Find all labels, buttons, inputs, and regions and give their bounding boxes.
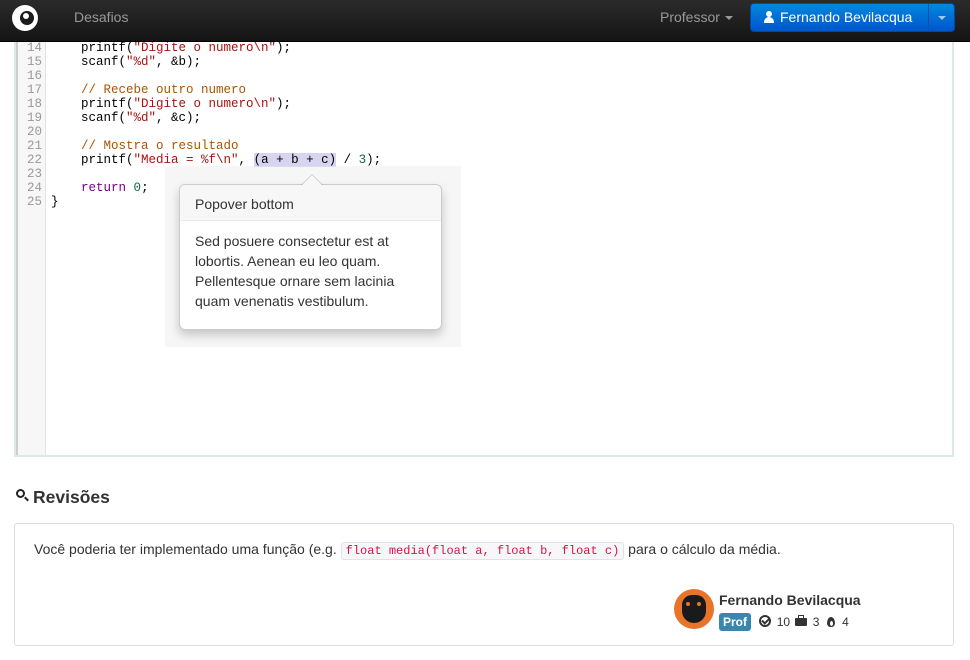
popover-arrow [301,174,323,185]
user-button-main[interactable]: Fernando Bevilacqua [751,4,929,31]
code-text[interactable]: printf("Digite o numero\n"); [51,97,291,111]
role-badge: Prof [719,613,751,631]
code-line[interactable]: 14 printf("Digite o numero\n"); [16,42,952,55]
line-number: 16 [26,69,42,83]
fire-icon [825,615,837,627]
line-number: 20 [26,125,42,139]
user-icon [763,11,775,23]
revision-text: Você poderia ter implementado uma função… [34,541,781,560]
code-text[interactable]: scanf("%d", &b); [51,55,201,69]
revision-code: float media(float a, float b, float c) [340,542,625,560]
code-line[interactable]: 19 scanf("%d", &c); [16,111,952,125]
code-line[interactable]: 25} [16,195,952,209]
line-number: 25 [26,195,42,209]
popover: Popover bottom Sed posuere consectetur e… [179,174,442,330]
line-number: 15 [26,55,42,69]
ok-circle-icon [759,615,772,627]
line-number: 22 [26,153,42,167]
line-number: 21 [26,139,42,153]
author-stats: Prof 10 3 4 [719,613,849,631]
code-line[interactable]: 16 [16,69,952,83]
solved-count: 10 [776,615,791,629]
code-line[interactable]: 22 printf("Media = %f\n", (a + b + c) / … [16,153,952,167]
code-text[interactable]: } [51,195,59,209]
revision-card: Você poderia ter implementado uma função… [14,523,954,646]
chevron-down-icon [724,16,733,21]
avatar[interactable] [674,589,714,629]
code-editor[interactable]: 14 printf("Digite o numero\n"); 15 scanf(… [14,42,954,457]
user-menu-toggle[interactable] [930,4,954,31]
user-name-label: Fernando Bevilacqua [780,9,913,25]
code-line[interactable]: 17 // Recebe outro numero [16,83,952,97]
popover-content: Sed posuere consectetur est at lobortis.… [195,233,395,309]
line-number: 18 [26,97,42,111]
logo-icon[interactable] [12,5,38,31]
briefcase-icon [795,615,808,627]
streak-count: 4 [842,615,849,629]
code-text[interactable]: // Mostra o resultado [51,139,239,153]
code-text[interactable]: return 0; [51,181,149,195]
revisions-heading: Revisões [16,487,110,508]
code-line[interactable]: 21 // Mostra o resultado [16,139,952,153]
revision-author: Fernando Bevilacqua Prof 10 3 4 [674,589,944,633]
popover-title: Popover bottom [180,185,441,221]
line-number: 14 [26,42,42,55]
revision-text-after: para o cálculo da média. [624,541,781,557]
chevron-down-icon [938,16,946,20]
line-number: 23 [26,167,42,181]
code-line[interactable]: 20 [16,125,952,139]
zoom-in-icon [16,489,29,502]
code-selection[interactable]: (a + b + c) [253,153,337,167]
code-text[interactable]: // Recebe outro numero [51,83,246,97]
projects-count: 3 [812,615,820,629]
user-menu-button[interactable]: Fernando Bevilacqua [750,3,955,32]
code-line[interactable]: 15 scanf("%d", &b); [16,55,952,69]
nav-professor-label: Professor [660,9,720,25]
code-line[interactable]: 23 [16,167,952,181]
code-line[interactable]: 18 printf("Digite o numero\n"); [16,97,952,111]
line-number: 17 [26,83,42,97]
code-line[interactable]: 24 return 0; [16,181,952,195]
top-navbar: Desafios Professor Fernando Bevilacqua [0,0,970,42]
author-name[interactable]: Fernando Bevilacqua [719,592,861,608]
code-lines[interactable]: 14 printf("Digite o numero\n"); 15 scanf(… [16,42,952,209]
nav-professor-dropdown[interactable]: Professor [660,9,733,25]
nav-desafios-link[interactable]: Desafios [74,9,128,25]
revision-text-before: Você poderia ter implementado uma função… [34,541,341,557]
code-text[interactable]: scanf("%d", &c); [51,111,201,125]
revisions-title: Revisões [33,487,110,507]
line-number: 19 [26,111,42,125]
code-text[interactable]: printf("Digite o numero\n"); [51,42,291,55]
code-text[interactable]: printf("Media = %f\n", (a + b + c) / 3); [51,153,381,167]
line-number: 24 [26,181,42,195]
